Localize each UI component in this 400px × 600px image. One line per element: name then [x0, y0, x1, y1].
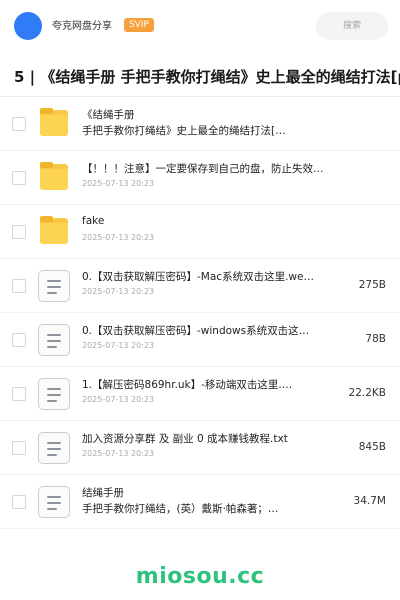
- select-checkbox[interactable]: [12, 441, 26, 455]
- file-list: 《结绳手册 手把手教你打绳结》史上最全的绳结打法[… 【！！！注意】一定要保存到自己…: [0, 97, 400, 529]
- file-date: 2025-07-13 20:23: [82, 449, 155, 458]
- select-checkbox[interactable]: [12, 225, 26, 239]
- watermark: miosou.cc: [135, 564, 265, 589]
- folder-icon: [38, 216, 70, 248]
- header: 夸克网盘分享 SVIP: [0, 0, 400, 52]
- file-size: 845B: [358, 441, 386, 453]
- select-checkbox[interactable]: [12, 171, 26, 185]
- select-checkbox[interactable]: [12, 387, 26, 401]
- avatar[interactable]: [14, 12, 42, 40]
- file-row[interactable]: 0.【双击获取解压密码】-Mac系统双击这里.we… 2025-07-13 20:…: [0, 259, 400, 313]
- file-row[interactable]: 1.【解压密码869hr.uk】-移动端双击这里.… 2025-07-13 20:…: [0, 367, 400, 421]
- file-size: 34.7M: [353, 495, 386, 507]
- folder-icon: [38, 162, 70, 194]
- document-icon: [38, 432, 70, 464]
- file-name: 【！！！注意】一定要保存到自己的盘，防止失效！！！: [82, 163, 332, 175]
- file-row[interactable]: fake 2025-07-13 20:23: [0, 205, 400, 259]
- file-row[interactable]: 加入资源分享群 及 副业 0 成本赚钱教程.txt 2025-07-13 20:2…: [0, 421, 400, 475]
- select-checkbox[interactable]: [12, 333, 26, 347]
- select-checkbox[interactable]: [12, 495, 26, 509]
- file-name: 结绳手册: [82, 487, 124, 499]
- file-row[interactable]: 《结绳手册手把手教你打绳结》史上最全的绳结打法[…: [0, 97, 400, 151]
- file-size: 78B: [365, 333, 386, 345]
- file-name: 加入资源分享群 及 副业 0 成本赚钱教程.txt: [82, 433, 288, 445]
- file-date: 2025-07-13 20:23: [82, 287, 155, 296]
- share-name: 夸克网盘分享: [52, 21, 112, 32]
- document-icon: [38, 486, 70, 518]
- folder-icon: [38, 108, 70, 140]
- file-name: 0.【双击获取解压密码】-windows系统双击这…: [82, 325, 310, 337]
- file-size: 275B: [358, 279, 386, 291]
- file-date: 2025-07-13 20:23: [82, 341, 155, 350]
- file-date: 2025-07-13 20:23: [82, 233, 155, 242]
- page-title: 5 | 《结绳手册 手把手教你打绳结》史上最全的绳结打法[pdf]: [14, 68, 400, 86]
- file-name: fake: [82, 215, 105, 227]
- file-row[interactable]: 【！！！注意】一定要保存到自己的盘，防止失效！！！ 2025-07-13 20:2…: [0, 151, 400, 205]
- document-icon: [38, 270, 70, 302]
- file-name: 0.【双击获取解压密码】-Mac系统双击这里.we…: [82, 271, 314, 283]
- title-bar: 5 | 《结绳手册 手把手教你打绳结》史上最全的绳结打法[pdf]: [0, 56, 400, 97]
- svip-badge: SVIP: [124, 18, 154, 32]
- file-row[interactable]: 0.【双击获取解压密码】-windows系统双击这… 2025-07-13 20:…: [0, 313, 400, 367]
- file-name-continued: 手把手教你打绳结》史上最全的绳结打法[…: [82, 125, 286, 137]
- file-size: 22.2KB: [348, 387, 386, 399]
- document-icon: [38, 324, 70, 356]
- file-date: 2025-07-13 20:23: [82, 395, 155, 404]
- file-name: 《结绳手册: [82, 109, 135, 121]
- file-row[interactable]: 结绳手册手把手教你打绳结，(英）戴斯·帕森著；… 34.7M: [0, 475, 400, 529]
- select-checkbox[interactable]: [12, 279, 26, 293]
- document-icon: [38, 378, 70, 410]
- file-date: 2025-07-13 20:23: [82, 179, 155, 188]
- file-name-continued: 手把手教你打绳结，(英）戴斯·帕森著；…: [82, 503, 279, 515]
- file-name: 1.【解压密码869hr.uk】-移动端双击这里.…: [82, 379, 293, 391]
- search-input[interactable]: [316, 12, 388, 40]
- select-checkbox[interactable]: [12, 117, 26, 131]
